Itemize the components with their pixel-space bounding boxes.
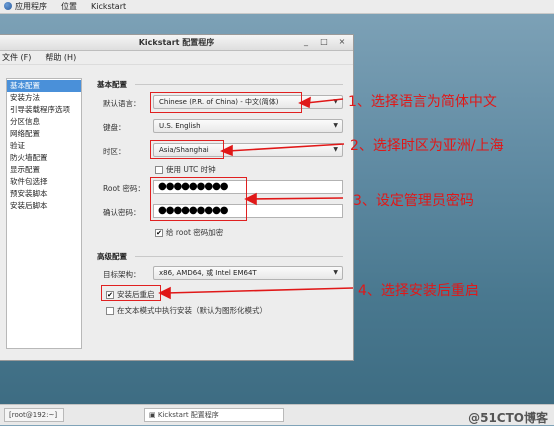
taskbar: [root@192:~] ▣ Kickstart 配置程序 @51CTO博客 <box>0 404 554 425</box>
arrow-1-head <box>298 96 311 109</box>
arrow-4 <box>165 287 354 294</box>
taskbar-kickstart[interactable]: ▣ Kickstart 配置程序 <box>144 408 284 422</box>
annotation-1: 1、选择语言为简体中文 <box>348 94 497 110</box>
annotation-arrows <box>158 96 354 300</box>
arrow-2-head <box>220 144 233 157</box>
kickstart-task-icon: ▣ <box>149 411 158 419</box>
arrow-1 <box>305 98 344 104</box>
watermark: @51CTO博客 <box>468 411 548 425</box>
annotation-3: 3、设定管理员密码 <box>353 193 474 209</box>
arrow-3 <box>251 197 344 200</box>
taskbar-terminal[interactable]: [root@192:~] <box>4 408 64 422</box>
taskbar-kickstart-label: Kickstart 配置程序 <box>157 411 219 419</box>
annotation-4: 4、选择安装后重启 <box>358 283 479 299</box>
arrow-3-head <box>244 192 257 206</box>
annotation-2: 2、选择时区为亚洲/上海 <box>350 138 504 154</box>
arrow-4-head <box>158 286 171 300</box>
arrow-2 <box>227 143 345 152</box>
